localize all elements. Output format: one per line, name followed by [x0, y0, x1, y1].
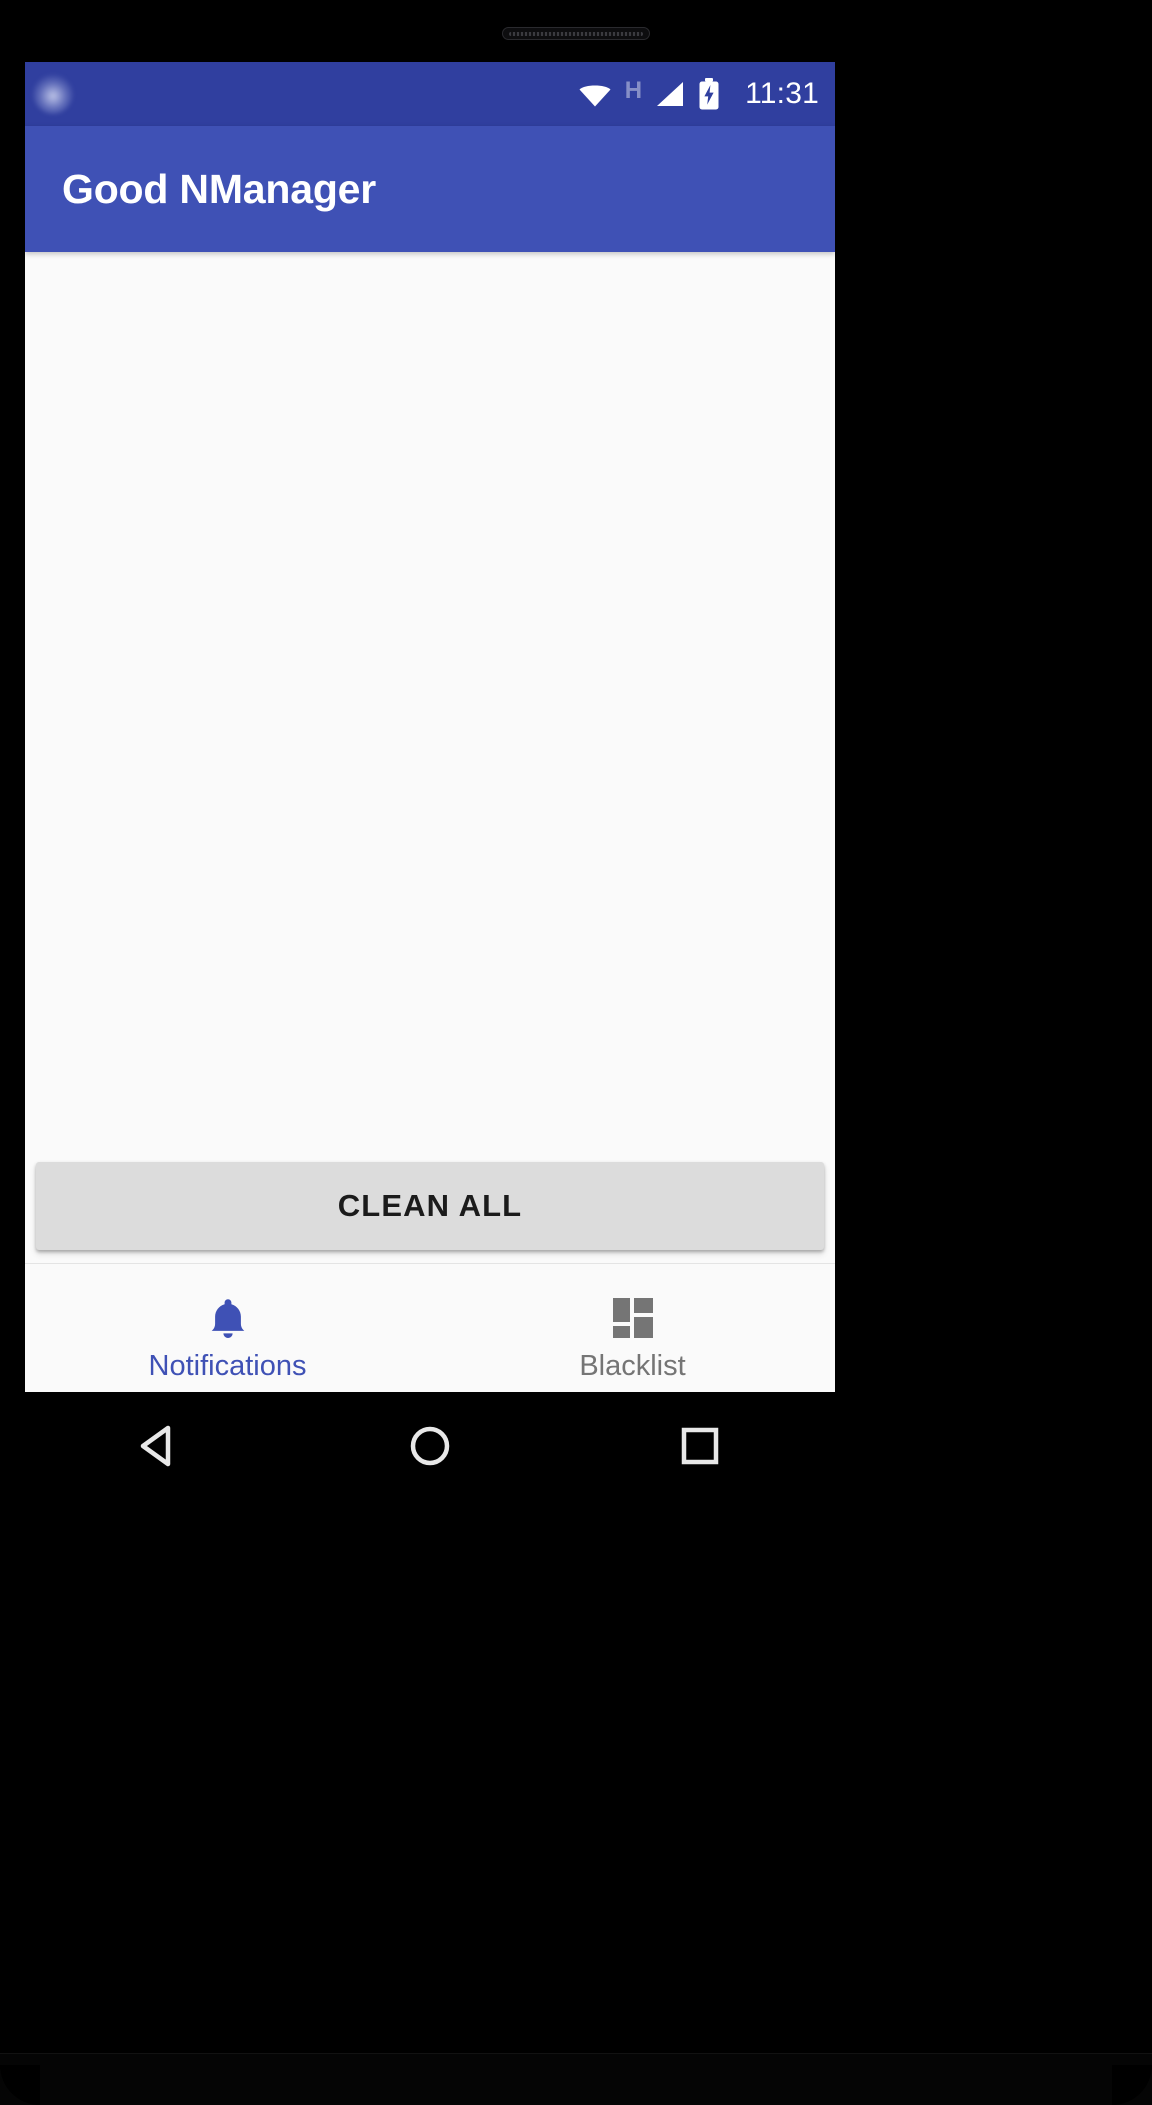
home-button[interactable] [385, 1401, 475, 1491]
device-top-bezel [0, 0, 1152, 62]
back-button[interactable] [115, 1401, 205, 1491]
device-bottom-bezel [0, 1500, 1152, 2105]
cellular-signal-icon [657, 82, 684, 106]
bottom-nav-item-blacklist[interactable]: Blacklist [430, 1264, 835, 1392]
back-triangle-icon [140, 1425, 171, 1467]
recents-button[interactable] [655, 1401, 745, 1491]
clean-all-button[interactable]: CLEAN ALL [36, 1162, 824, 1250]
phone-screen: H 11:31 Good NManager CLEAN ALL Notifica… [25, 62, 835, 1392]
bottom-nav-label-notifications: Notifications [148, 1349, 307, 1382]
bottom-navigation: Notifications Blacklist [25, 1263, 835, 1392]
phone-device-frame: H 11:31 Good NManager CLEAN ALL Notifica… [0, 0, 1152, 2105]
wifi-icon [579, 85, 611, 107]
main-content [25, 252, 835, 1154]
recents-square-icon [681, 1427, 719, 1465]
battery-charging-icon [699, 78, 719, 110]
notification-dot-icon [33, 74, 73, 114]
system-navigation-bar [25, 1392, 835, 1500]
clean-all-container: CLEAN ALL [25, 1154, 835, 1263]
app-title: Good NManager [62, 165, 377, 212]
status-bar: H 11:31 [25, 62, 835, 126]
home-circle-icon [410, 1426, 450, 1466]
bottom-nav-item-notifications[interactable]: Notifications [25, 1264, 430, 1392]
notification-list[interactable] [25, 252, 835, 1154]
status-bar-icons: H 11:31 [578, 62, 819, 126]
status-bar-clock: 11:31 [745, 77, 819, 110]
bottom-nav-label-blacklist: Blacklist [579, 1349, 686, 1382]
app-bar: Good NManager [25, 126, 835, 252]
network-h-icon: H [624, 77, 643, 104]
device-bottom-strip [0, 2053, 1152, 2105]
dashboard-grid-icon [611, 1295, 655, 1341]
earpiece-speaker [502, 27, 650, 40]
status-bar-notification-area [25, 62, 91, 126]
bell-icon [207, 1295, 249, 1341]
